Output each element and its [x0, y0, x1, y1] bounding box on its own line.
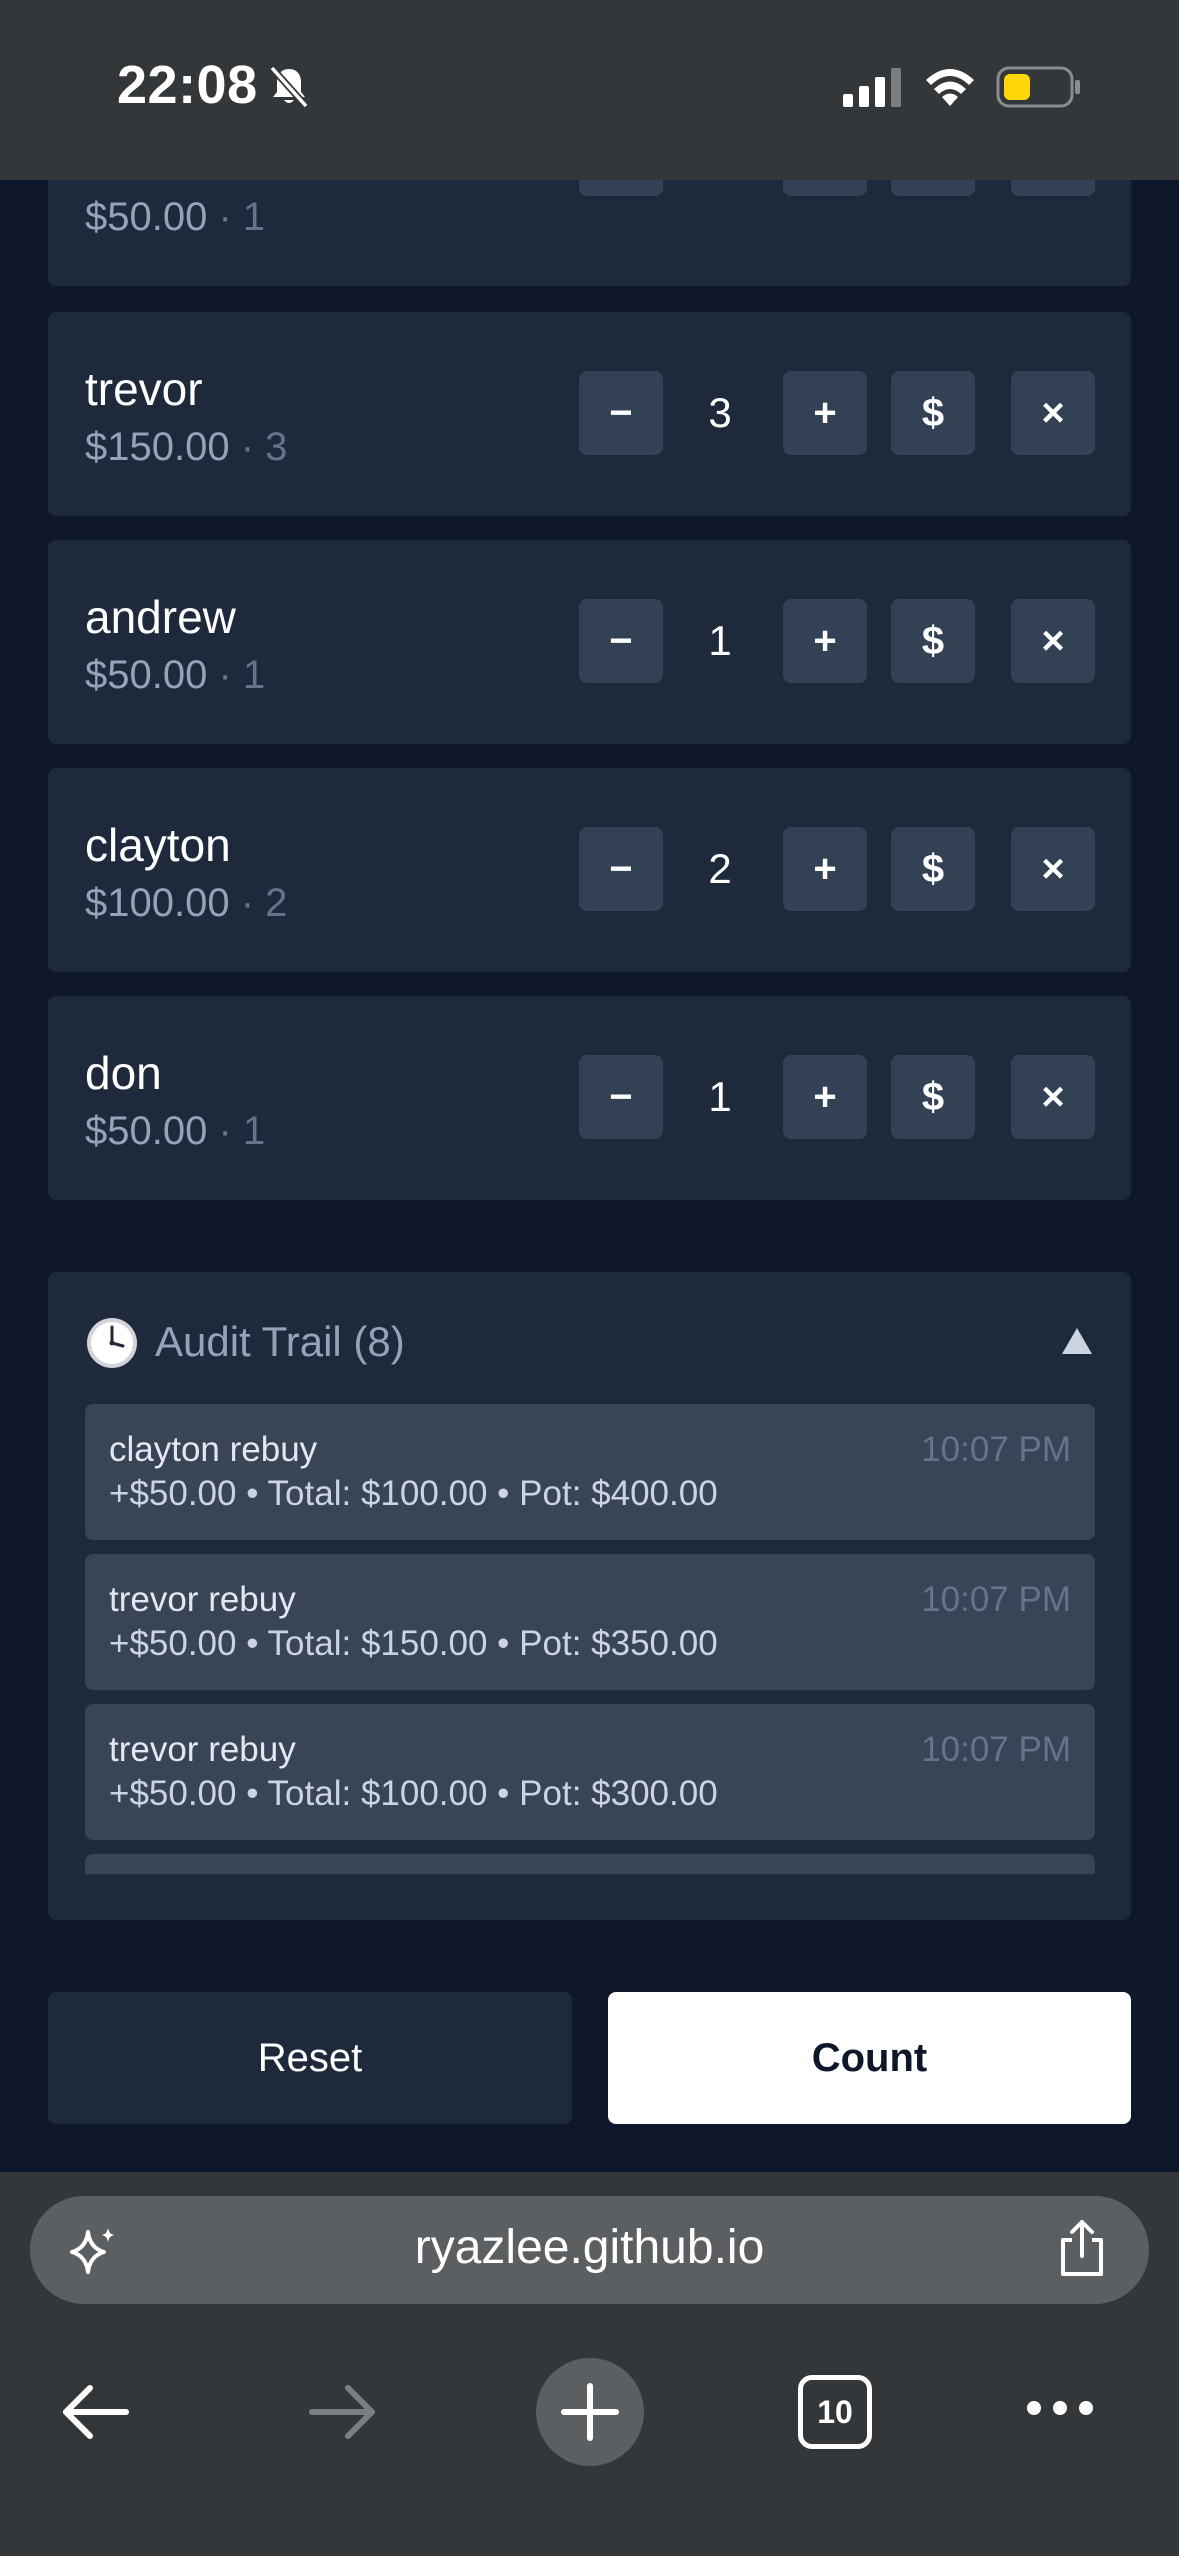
- player-buyin-count: 3: [265, 425, 288, 469]
- url-text: ryazlee.github.io: [414, 2221, 765, 2274]
- buyin-count: 1: [708, 617, 732, 664]
- decrement-button[interactable]: −: [579, 1055, 663, 1139]
- buyin-count: 3: [708, 389, 732, 436]
- back-arrow-icon[interactable]: [60, 2382, 130, 2442]
- battery-low-power-icon: [996, 66, 1080, 108]
- tabs-button[interactable]: 10: [798, 2375, 872, 2449]
- separator: ·: [207, 195, 243, 239]
- player-amount: $50.00: [85, 653, 208, 697]
- audit-entry-detail: +$50.00 • Total: $100.00 • Pot: $300.00: [109, 1774, 718, 1813]
- audit-trail-panel: Audit Trail (8) clayton rebuy +$50.00 • …: [48, 1272, 1131, 1920]
- player-amount: $150.00: [85, 425, 230, 469]
- cellular-signal-icon: [843, 68, 901, 107]
- separator: ·: [229, 881, 266, 925]
- status-bar: 22:08: [0, 0, 1179, 180]
- reset-button[interactable]: Reset: [48, 1992, 572, 2124]
- increment-button[interactable]: +: [783, 599, 867, 683]
- audit-entry-title: trevor rebuy: [109, 1730, 296, 1769]
- audit-entry-title: clayton rebuy: [109, 1430, 318, 1469]
- player-amount: $100.00: [85, 881, 230, 925]
- remove-player-button[interactable]: ×: [1011, 1055, 1095, 1139]
- buyin-count: 1: [708, 1073, 732, 1120]
- bell-slash-icon: [269, 65, 309, 109]
- player-buyin-count: 1: [242, 195, 266, 239]
- audit-trail-header[interactable]: Audit Trail (8): [85, 1312, 1094, 1372]
- audit-entry-detail: +$50.00 • Total: $100.00 • Pot: $400.00: [109, 1474, 718, 1513]
- cash-out-button[interactable]: $: [891, 1055, 975, 1139]
- browser-toolbar: ryazlee.github.io 10: [0, 2172, 1179, 2556]
- player-buyin-count: 1: [242, 653, 266, 697]
- remove-player-button[interactable]: ×: [1011, 371, 1095, 455]
- audit-trail-list[interactable]: clayton rebuy +$50.00 • Total: $100.00 •…: [85, 1404, 1095, 1874]
- decrement-button[interactable]: −: [579, 599, 663, 683]
- audit-entry-detail: +$50.00 • Total: $150.00 • Pot: $350.00: [109, 1624, 718, 1663]
- player-name: trevor: [85, 363, 203, 415]
- player-card: clayton $100.00 · 2 − 2 + $ ×: [48, 768, 1131, 972]
- player-card: don $50.00 · 1 − 1 + $ ×: [48, 996, 1131, 1200]
- audit-trail-title: Audit Trail (8): [155, 1318, 405, 1365]
- player-buyin-count: 1: [242, 1109, 266, 1153]
- player-buyin-summary: $150.00 · 3: [85, 425, 287, 470]
- remove-player-button[interactable]: ×: [1011, 599, 1095, 683]
- audit-entry-time: 10:07 PM: [921, 1430, 1071, 1469]
- plus-icon: [561, 2383, 619, 2441]
- decrement-button[interactable]: −: [579, 827, 663, 911]
- share-icon[interactable]: [1055, 2218, 1109, 2278]
- audit-entry: trevor rebuy +$50.00 • Total: $100.00 • …: [85, 1704, 1095, 1840]
- audit-entry-title: trevor rebuy: [109, 1580, 296, 1619]
- audit-entry-time: 10:07 PM: [921, 1580, 1071, 1619]
- buyin-count: 2: [708, 845, 732, 892]
- player-buyin-summary: $100.00 · 2: [85, 881, 287, 926]
- separator: ·: [207, 653, 243, 697]
- separator: ·: [207, 1109, 243, 1153]
- player-amount: $50.00: [85, 195, 208, 239]
- audit-entry-time: 10:07 PM: [921, 1730, 1071, 1769]
- player-buyin-summary: $50.00 · 1: [85, 653, 265, 698]
- new-tab-button[interactable]: [536, 2358, 644, 2466]
- player-card: trevor $150.00 · 3 − 3 + $ ×: [48, 312, 1131, 516]
- player-amount: $50.00: [85, 1109, 208, 1153]
- audit-entry: trevor rebuy +$50.00 • Total: $150.00 • …: [85, 1554, 1095, 1690]
- player-buyin-summary: $50.00 · 1: [85, 195, 265, 240]
- count-button[interactable]: Count: [608, 1992, 1131, 2124]
- player-name: don: [85, 1047, 162, 1099]
- wifi-icon: [926, 69, 974, 106]
- audit-entry: clayton rebuy +$50.00 • Total: $100.00 •…: [85, 1404, 1095, 1540]
- address-bar[interactable]: ryazlee.github.io: [30, 2196, 1149, 2304]
- increment-button[interactable]: +: [783, 1055, 867, 1139]
- audit-entry: [85, 1854, 1095, 1874]
- cash-out-button[interactable]: $: [891, 371, 975, 455]
- clock-icon: [87, 1318, 137, 1368]
- player-card: andrew $50.00 · 1 − 1 + $ ×: [48, 540, 1131, 744]
- cash-out-button[interactable]: $: [891, 827, 975, 911]
- collapse-triangle-icon[interactable]: [1060, 1326, 1094, 1356]
- player-buyin-count: 2: [265, 881, 288, 925]
- forward-arrow-icon[interactable]: [308, 2382, 378, 2442]
- increment-button[interactable]: +: [783, 371, 867, 455]
- remove-player-button[interactable]: ×: [1011, 827, 1095, 911]
- separator: ·: [229, 425, 266, 469]
- increment-button[interactable]: +: [783, 827, 867, 911]
- player-name: clayton: [85, 819, 231, 871]
- cash-out-button[interactable]: $: [891, 599, 975, 683]
- player-buyin-summary: $50.00 · 1: [85, 1109, 265, 1154]
- decrement-button[interactable]: −: [579, 371, 663, 455]
- more-options-icon[interactable]: [1024, 2394, 1096, 2422]
- status-time: 22:08: [117, 55, 258, 115]
- player-name: andrew: [85, 591, 236, 643]
